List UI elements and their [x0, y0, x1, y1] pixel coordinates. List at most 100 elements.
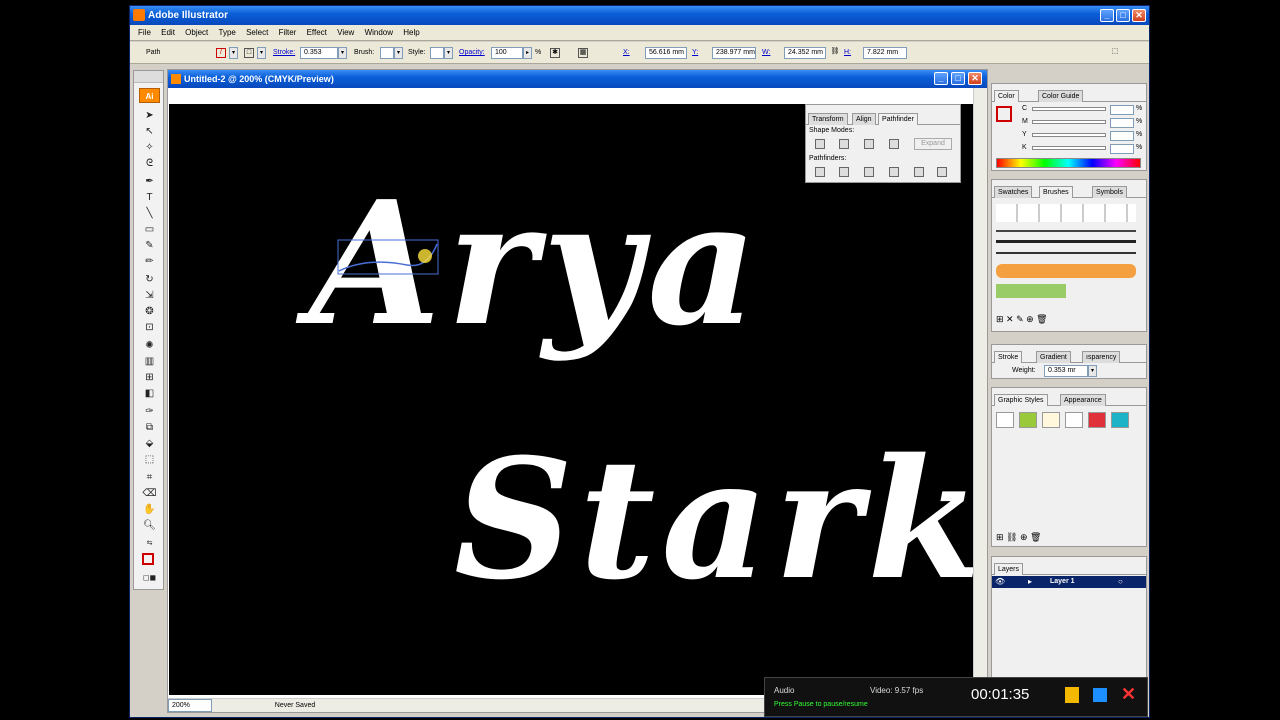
- fill-stroke-swatch-icon[interactable]: [996, 106, 1012, 122]
- crop-tool-icon[interactable]: ⌗: [142, 471, 157, 485]
- channel-y-slider[interactable]: [1032, 133, 1106, 137]
- artboard-canvas[interactable]: Arya Stark: [169, 104, 973, 695]
- live-paint-selection-icon[interactable]: ⬚: [142, 453, 157, 467]
- crop-icon[interactable]: [889, 167, 899, 177]
- graphic-style-cream[interactable]: [1042, 412, 1060, 428]
- tab-align[interactable]: Align: [852, 113, 876, 125]
- doc-close-button[interactable]: ✕: [968, 72, 982, 85]
- tab-stroke[interactable]: Stroke: [994, 351, 1023, 363]
- close-button[interactable]: ✕: [1132, 9, 1146, 22]
- outline-icon[interactable]: [914, 167, 924, 177]
- tab-transparency[interactable]: ısparency: [1082, 351, 1121, 363]
- graphic-style-red[interactable]: [1088, 412, 1106, 428]
- pattern-brush[interactable]: [996, 284, 1066, 298]
- constrain-link-icon[interactable]: ⛓: [830, 48, 840, 58]
- h-field[interactable]: 7.822 mm: [863, 47, 907, 59]
- mesh-tool-icon[interactable]: ⊞: [142, 371, 157, 385]
- pause-icon[interactable]: [1065, 687, 1079, 703]
- zoom-tool-icon[interactable]: 🔍︎: [142, 519, 157, 533]
- brush-field[interactable]: [380, 47, 394, 59]
- fill-dropdown[interactable]: ▾: [229, 47, 238, 59]
- intersect-icon[interactable]: [864, 139, 874, 149]
- tab-layers[interactable]: Layers: [994, 563, 1024, 575]
- type-tool-icon[interactable]: T: [142, 191, 157, 205]
- channel-y-field[interactable]: [1110, 131, 1134, 141]
- stroke-label[interactable]: Stroke:: [273, 49, 295, 56]
- layer-name[interactable]: Layer 1: [1050, 578, 1075, 585]
- eyedropper-tool-icon[interactable]: ✑: [142, 405, 157, 419]
- gradient-tool-icon[interactable]: ◧: [142, 387, 157, 401]
- stroke-color-icon[interactable]: □: [244, 48, 254, 58]
- vertical-scrollbar[interactable]: [973, 88, 987, 696]
- swap-colors-icon[interactable]: ⇆: [142, 537, 157, 551]
- menu-edit[interactable]: Edit: [157, 25, 179, 41]
- graphic-style-cyan[interactable]: [1111, 412, 1129, 428]
- x-field[interactable]: 56.616 mm: [645, 47, 687, 59]
- channel-m-slider[interactable]: [1032, 120, 1106, 124]
- pencil-tool-icon[interactable]: ✏: [142, 255, 157, 269]
- tab-symbols[interactable]: Symbols: [1092, 186, 1127, 198]
- scale-tool-icon[interactable]: ⇲: [142, 289, 157, 303]
- stroke-weight-field[interactable]: 0.353: [300, 47, 338, 59]
- doc-minimize-button[interactable]: _: [934, 72, 948, 85]
- divide-icon[interactable]: [815, 167, 825, 177]
- tab-brushes[interactable]: Brushes: [1039, 186, 1073, 198]
- layer-visibility-eye-icon[interactable]: 👁︎: [995, 577, 1005, 586]
- tab-transform[interactable]: Transform: [808, 113, 848, 125]
- graphic-style-white[interactable]: [1065, 412, 1083, 428]
- tab-pathfinder[interactable]: Pathfinder: [878, 113, 918, 125]
- selected-path-outline[interactable]: [337, 239, 447, 284]
- channel-m-field[interactable]: [1110, 118, 1134, 128]
- fill-stroke-icon[interactable]: [142, 553, 154, 565]
- graphic-style-default[interactable]: [996, 412, 1014, 428]
- stroke-color-dropdown[interactable]: ▾: [257, 47, 266, 59]
- art-brush-2[interactable]: [996, 240, 1136, 243]
- selection-tool-icon[interactable]: ➤: [142, 109, 157, 123]
- symbol-sprayer-tool-icon[interactable]: ✺: [142, 339, 157, 353]
- art-brush-3[interactable]: [996, 252, 1136, 254]
- menu-effect[interactable]: Effect: [303, 25, 331, 41]
- rotate-tool-icon[interactable]: ↻: [142, 273, 157, 287]
- pen-tool-icon[interactable]: ✒: [142, 175, 157, 189]
- magic-wand-tool-icon[interactable]: ✧: [142, 141, 157, 155]
- menu-file[interactable]: File: [130, 25, 155, 41]
- zoom-level-field[interactable]: 200%: [168, 699, 212, 712]
- recorder-close-icon[interactable]: ✕: [1121, 684, 1136, 705]
- y-field[interactable]: 238.977 mm: [712, 47, 756, 59]
- minimize-button[interactable]: _: [1100, 9, 1114, 22]
- weight-dropdown[interactable]: ▾: [1088, 365, 1097, 377]
- opacity-label[interactable]: Opacity:: [459, 49, 485, 56]
- trim-icon[interactable]: [839, 167, 849, 177]
- brush-library-icon[interactable]: ⊞ ✕ ✎ ⊕ 🗑: [996, 314, 1048, 325]
- weight-field[interactable]: 0.353 mr: [1044, 365, 1088, 377]
- artwork-text-stark[interactable]: Stark: [454, 434, 973, 604]
- graphic-style-green[interactable]: [1019, 412, 1037, 428]
- w-field[interactable]: 24.352 mm: [784, 47, 826, 59]
- layer-expand-arrow-icon[interactable]: ▸: [1028, 577, 1032, 586]
- tab-color[interactable]: Color: [994, 90, 1019, 102]
- minus-front-icon[interactable]: [839, 139, 849, 149]
- channel-c-slider[interactable]: [1032, 107, 1106, 111]
- color-mode-icon[interactable]: ◻◼: [142, 571, 157, 585]
- line-tool-icon[interactable]: ╲: [142, 207, 157, 221]
- menu-help[interactable]: Help: [399, 25, 423, 41]
- eraser-tool-icon[interactable]: ⌫: [142, 487, 157, 501]
- minus-back-icon[interactable]: [937, 167, 947, 177]
- rectangle-tool-icon[interactable]: ▭: [142, 223, 157, 237]
- tab-color-guide[interactable]: Color Guide: [1038, 90, 1084, 102]
- reference-point-icon[interactable]: ▦: [578, 48, 588, 58]
- style-field[interactable]: [430, 47, 444, 59]
- menu-window[interactable]: Window: [361, 25, 397, 41]
- blend-tool-icon[interactable]: ⧉: [142, 421, 157, 435]
- brush-dropdown[interactable]: ▾: [394, 47, 403, 59]
- paintbrush-tool-icon[interactable]: ✎: [142, 239, 157, 253]
- lasso-tool-icon[interactable]: ᘓ: [142, 157, 157, 171]
- stroke-weight-dropdown[interactable]: ▾: [338, 47, 347, 59]
- channel-c-field[interactable]: [1110, 105, 1134, 115]
- menu-filter[interactable]: Filter: [275, 25, 301, 41]
- tab-graphic-styles[interactable]: Graphic Styles: [994, 394, 1048, 406]
- maximize-button[interactable]: □: [1116, 9, 1130, 22]
- calligraphic-brush-row[interactable]: [996, 204, 1136, 222]
- channel-k-field[interactable]: [1110, 144, 1134, 154]
- style-dropdown[interactable]: ▾: [444, 47, 453, 59]
